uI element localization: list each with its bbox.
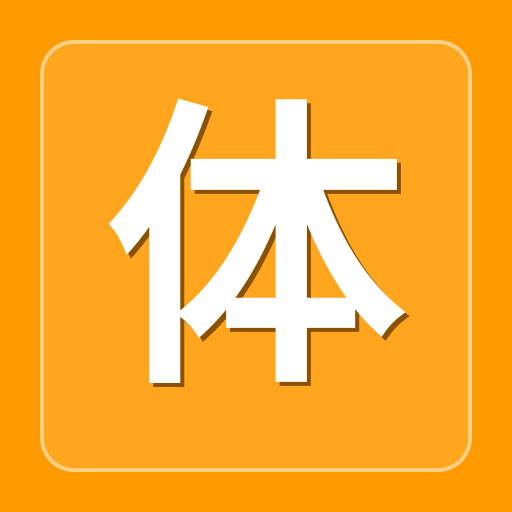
character-glyph: 体 <box>106 77 406 426</box>
app-icon: 体 <box>0 0 512 512</box>
rounded-tile: 体 <box>40 40 472 472</box>
